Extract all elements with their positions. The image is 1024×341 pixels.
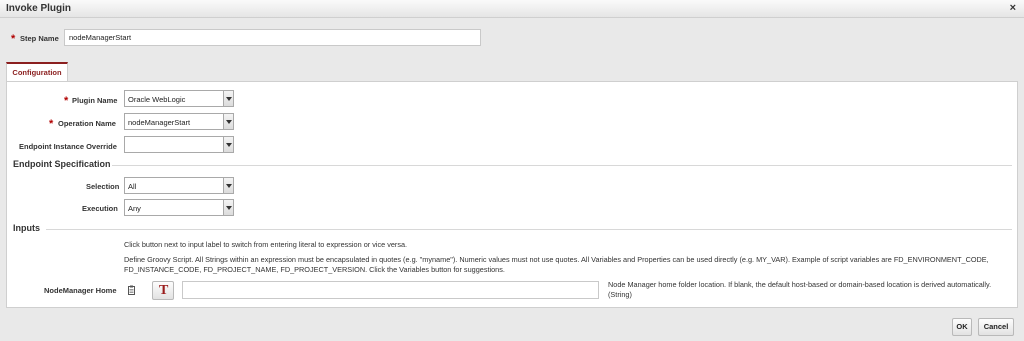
execution-label: Execution [82, 204, 118, 213]
section-divider [112, 165, 1012, 166]
required-marker: * [64, 95, 69, 107]
step-name-input[interactable] [64, 29, 481, 46]
dialog-titlebar: Invoke Plugin × [0, 0, 1024, 18]
section-divider [46, 229, 1012, 230]
inputs-hint-groovy: Define Groovy Script. All Strings within… [124, 255, 989, 274]
selection-label: Selection [86, 182, 120, 191]
selection-select[interactable]: All [124, 177, 234, 194]
step-name-label: Step Name [20, 34, 59, 43]
inputs-heading: Inputs [13, 223, 40, 233]
endpoint-override-label: Endpoint Instance Override [19, 142, 117, 151]
text-format-icon: T [159, 283, 169, 298]
ok-button[interactable]: OK [952, 318, 972, 336]
literal-expression-toggle-button[interactable]: T [152, 281, 174, 300]
chevron-down-icon[interactable] [223, 200, 233, 215]
required-marker: * [49, 118, 54, 130]
chevron-down-icon[interactable] [223, 178, 233, 193]
nodemanager-home-help: Node Manager home folder location. If bl… [608, 280, 992, 299]
execution-value: Any [128, 204, 141, 213]
selection-value: All [128, 182, 137, 191]
operation-name-select[interactable]: nodeManagerStart [124, 113, 234, 130]
chevron-down-icon[interactable] [223, 91, 233, 106]
endpoint-spec-heading: Endpoint Specification [13, 159, 111, 169]
plugin-name-value: Oracle WebLogic [128, 95, 186, 104]
chevron-down-icon[interactable] [223, 137, 233, 152]
nodemanager-home-label: NodeManager Home [44, 286, 117, 295]
nodemanager-home-input[interactable] [182, 281, 599, 299]
execution-select[interactable]: Any [124, 199, 234, 216]
operation-name-label: Operation Name [58, 119, 116, 128]
plugin-name-select[interactable]: Oracle WebLogic [124, 90, 234, 107]
clipboard-icon[interactable] [128, 285, 135, 295]
cancel-button[interactable]: Cancel [978, 318, 1014, 336]
dialog-title: Invoke Plugin [6, 3, 72, 14]
operation-name-value: nodeManagerStart [128, 118, 191, 127]
endpoint-override-select[interactable] [124, 136, 234, 153]
required-marker: * [11, 33, 16, 45]
tab-configuration[interactable]: Configuration [6, 62, 68, 82]
close-icon[interactable]: × [1010, 2, 1016, 14]
plugin-name-label: Plugin Name [72, 96, 118, 105]
inputs-hint-toggle: Click button next to input label to swit… [124, 240, 408, 249]
chevron-down-icon[interactable] [223, 114, 233, 129]
